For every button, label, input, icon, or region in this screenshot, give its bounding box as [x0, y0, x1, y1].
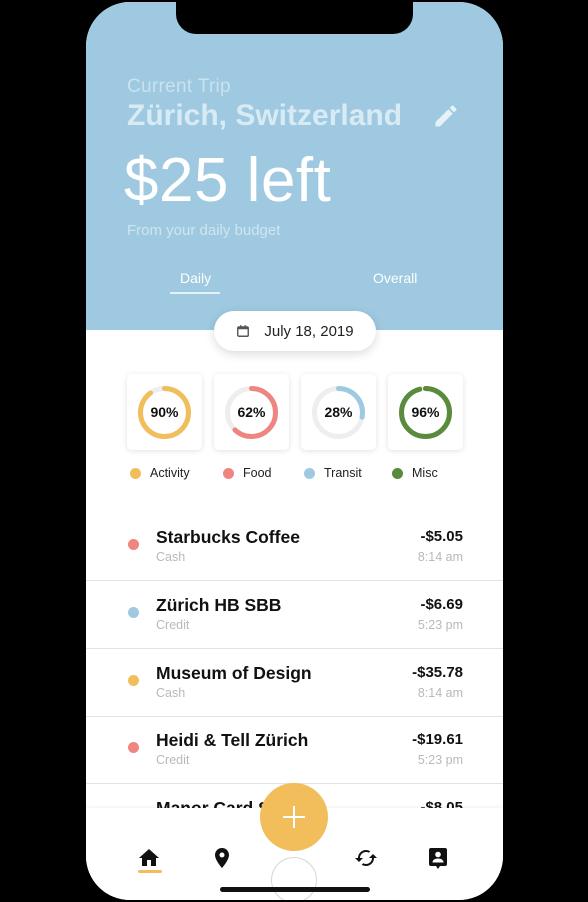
- transaction-name: Museum of Design: [156, 663, 312, 683]
- transaction-time: 8:14 am: [417, 550, 463, 564]
- legend-misc: Misc: [392, 466, 438, 480]
- transaction-row[interactable]: Zürich HB SBB Credit -$6.69 5:23 pm: [86, 581, 503, 649]
- legend-activity: Activity: [130, 466, 190, 480]
- sync-icon[interactable]: [354, 846, 378, 870]
- legend-dot: [304, 467, 315, 479]
- payment-method: Cash: [156, 550, 186, 564]
- calendar-icon: [237, 325, 250, 337]
- transaction-time: 8:14 am: [417, 686, 463, 700]
- food-percent: 62%: [237, 404, 266, 420]
- transaction-name: Starbucks Coffee: [156, 527, 300, 547]
- payment-method: Credit: [156, 618, 190, 632]
- transaction-time: 5:23 pm: [417, 753, 463, 767]
- legend-transit: Transit: [304, 466, 362, 480]
- trip-header: Current Trip Zürich, Switzerland $25 lef…: [86, 2, 503, 330]
- legend-label: Activity: [150, 466, 190, 480]
- transaction-time: 5:23 pm: [417, 618, 463, 632]
- trip-name: Zürich, Switzerland: [127, 99, 403, 132]
- legend-label: Transit: [324, 466, 362, 480]
- budget-subtitle: From your daily budget: [127, 222, 281, 239]
- transaction-amount: -$19.61: [412, 731, 463, 748]
- misc-percent: 96%: [411, 404, 440, 420]
- edit-pencil-icon[interactable]: [432, 102, 460, 130]
- food-ring-card[interactable]: 62%: [214, 374, 289, 450]
- legend-dot: [392, 467, 403, 479]
- legend-label: Misc: [412, 466, 438, 480]
- category-dot: [128, 742, 139, 753]
- contacts-icon[interactable]: [426, 846, 450, 870]
- fab-shadow: [271, 857, 317, 900]
- transaction-row[interactable]: Museum of Design Cash -$35.78 8:14 am: [86, 649, 503, 717]
- misc-ring-card[interactable]: 96%: [388, 374, 463, 450]
- transaction-amount: -$35.78: [412, 664, 463, 681]
- location-pin-icon[interactable]: [210, 846, 234, 870]
- device-notch: [176, 2, 413, 34]
- transit-ring-card[interactable]: 28%: [301, 374, 376, 450]
- phone-screen: Current Trip Zürich, Switzerland $25 lef…: [86, 2, 503, 900]
- transaction-name: Heidi & Tell Zürich: [156, 730, 309, 750]
- transaction-amount: -$5.05: [420, 528, 463, 545]
- transaction-amount: -$6.69: [420, 596, 463, 613]
- date-label: July 18, 2019: [264, 322, 354, 340]
- legend-dot: [223, 467, 234, 479]
- transaction-row[interactable]: Starbucks Coffee Cash -$5.05 8:14 am: [86, 513, 503, 581]
- tab-overall[interactable]: Overall: [373, 270, 417, 286]
- add-icon: [283, 806, 305, 828]
- home-icon[interactable]: [137, 846, 161, 870]
- current-trip-label: Current Trip: [127, 76, 231, 97]
- category-dot: [128, 675, 139, 686]
- home-active-indicator: [138, 870, 162, 873]
- date-selector[interactable]: July 18, 2019: [214, 311, 376, 351]
- home-indicator: [220, 887, 370, 892]
- transaction-name: Zürich HB SBB: [156, 595, 282, 615]
- payment-method: Cash: [156, 686, 186, 700]
- legend-food: Food: [223, 466, 272, 480]
- category-dot: [128, 607, 139, 618]
- activity-ring-card[interactable]: 90%: [127, 374, 202, 450]
- legend-label: Food: [243, 466, 272, 480]
- category-dot: [128, 539, 139, 550]
- activity-percent: 90%: [150, 404, 179, 420]
- transit-percent: 28%: [324, 404, 353, 420]
- payment-method: Credit: [156, 753, 190, 767]
- legend-dot: [130, 467, 141, 479]
- tab-daily-underline: [170, 292, 220, 294]
- budget-left-amount: $25 left: [124, 146, 332, 215]
- tab-daily[interactable]: Daily: [180, 270, 211, 286]
- transaction-row[interactable]: Heidi & Tell Zürich Credit -$19.61 5:23 …: [86, 716, 503, 784]
- add-expense-button[interactable]: [260, 783, 328, 851]
